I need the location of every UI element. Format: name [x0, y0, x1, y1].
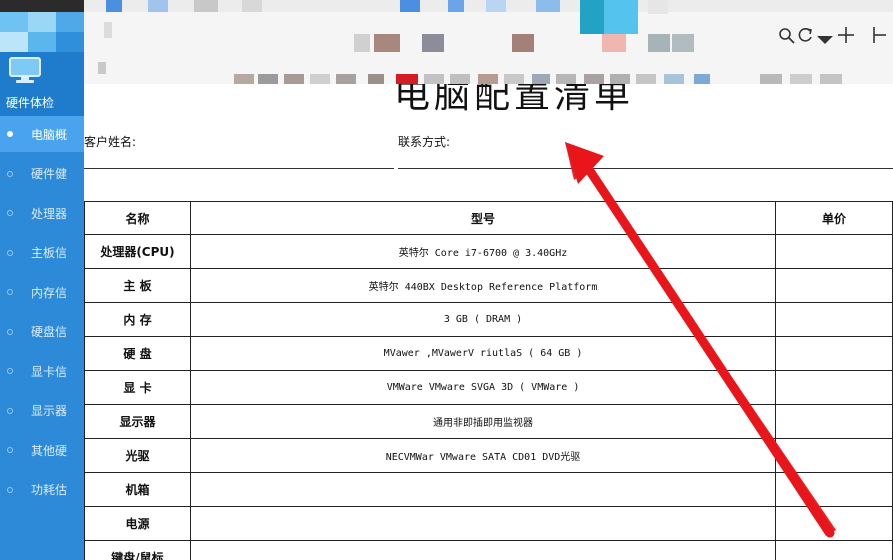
browser-toolbar: [84, 0, 893, 84]
cell-model: MVawer ,MVawerV riutlaS ( 64 GB ): [189, 336, 777, 371]
customer-name-label: 客户姓名:: [84, 135, 137, 149]
cell-model: 英特尔 440BX Desktop Reference Platform: [189, 268, 777, 303]
table-row: 电源: [84, 506, 893, 541]
cell-model: [189, 506, 777, 541]
cell-name: 处理器(CPU): [84, 234, 191, 269]
cell-price: [775, 268, 893, 303]
sidebar-title: 硬件体检: [6, 96, 55, 110]
sidebar-item-label: 电脑概: [31, 127, 68, 142]
table-row: 处理器(CPU) 英特尔 Core i7-6700 @ 3.40GHz: [84, 234, 893, 269]
sidebar-item-label: 处理器: [31, 206, 68, 221]
sidebar-item-label: 功耗估: [31, 483, 68, 497]
cell-price: [775, 336, 893, 371]
cell-name: 内 存: [84, 302, 191, 337]
column-header-price: 单价: [775, 201, 893, 235]
bullet-icon: [7, 210, 13, 216]
contact-line: [398, 168, 893, 169]
cell-name: 键盘/鼠标: [84, 540, 191, 560]
cell-price: [775, 404, 893, 439]
table-row: 主 板英特尔 440BX Desktop Reference Platform: [84, 268, 893, 303]
bullet-icon: [7, 328, 13, 335]
cell-name: 电源: [84, 506, 191, 541]
sidebar-item[interactable]: 内存信: [0, 274, 84, 310]
bullet-icon: [7, 407, 13, 414]
bullet-icon: [7, 289, 13, 295]
column-header-model: 型号: [189, 201, 777, 235]
cell-price: [775, 540, 893, 560]
table-row: 键盘/鼠标: [84, 540, 893, 560]
table-row: 显 卡 VMWare VMware SVGA 3D ( VMWare ): [84, 370, 893, 405]
sidebar-item[interactable]: 硬盘信: [0, 314, 84, 350]
table-row: 光驱 NECVMWar VMware SATA CD01 DVD光驱: [84, 438, 893, 473]
cell-name: 显 卡: [84, 370, 191, 405]
cell-name: 硬 盘: [84, 336, 191, 371]
contact-label: 联系方式:: [398, 135, 451, 149]
table-row: 显示器 通用非即插即用监视器: [84, 404, 893, 439]
sidebar-header: 硬件体检: [0, 0, 84, 118]
config-table: 名称 型号 单价 处理器(CPU) 英特尔 Core i7-6700 @ 3.40…: [84, 201, 893, 560]
cell-name: 光驱: [84, 438, 191, 473]
bullet-icon: [7, 131, 13, 137]
cell-name: 主 板: [84, 268, 191, 303]
customer-name-line: [84, 168, 394, 169]
cell-model: 3 GB ( DRAM ): [189, 302, 777, 337]
document-page: 电脑配置清单 客户姓名: 联系方式: 名称 型号 单价 处理器(CPU) 英特尔 …: [84, 84, 893, 560]
browser-logo-icon[interactable]: [106, 0, 122, 12]
sidebar-item[interactable]: 显示器: [0, 393, 84, 429]
cell-price: [775, 438, 893, 473]
cell-price: [775, 370, 893, 405]
plus-icon[interactable]: [836, 25, 856, 45]
sidebar-item[interactable]: 其他硬: [0, 432, 84, 468]
sidebar-item[interactable]: 硬件健: [0, 156, 84, 192]
sidebar-item-label: 显示器: [31, 404, 68, 418]
bullet-icon: [7, 249, 13, 256]
sidebar-item-label: 硬盘信: [31, 325, 68, 339]
cell-price: [775, 302, 893, 337]
cell-model: [189, 540, 777, 560]
cell-model: VMWare VMware SVGA 3D ( VMWare ): [189, 370, 777, 405]
cell-model: NECVMWar VMware SATA CD01 DVD光驱: [189, 438, 777, 473]
search-icon[interactable]: [777, 26, 797, 46]
sidebar-item-label: 硬件健: [31, 167, 68, 181]
sidebar-item[interactable]: 主板信: [0, 235, 84, 271]
cell-name: 机箱: [84, 472, 191, 507]
bullet-icon: [7, 486, 13, 493]
table-row: 硬 盘 MVawer ,MVawerV riutlaS ( 64 GB ): [84, 336, 893, 371]
column-header-name: 名称: [84, 201, 191, 235]
cell-price: [775, 234, 893, 269]
sidebar-item[interactable]: 功耗估: [0, 472, 84, 508]
cell-model: 通用非即插即用监视器: [189, 404, 777, 439]
table-header-row: 名称 型号 单价: [84, 201, 893, 235]
bullet-icon: [7, 447, 13, 453]
cell-model: 英特尔 Core i7-6700 @ 3.40GHz: [189, 234, 777, 269]
table-row: 机箱: [84, 472, 893, 507]
sidebar-item[interactable]: 电脑概: [0, 116, 84, 152]
cell-price: [775, 472, 893, 507]
monitor-icon: [9, 57, 41, 83]
bullet-icon: [7, 368, 13, 374]
sidebar-item-label: 内存信: [31, 285, 68, 300]
sidebar-item-label: 主板信: [31, 246, 68, 260]
sidebar: 硬件体检 电脑概硬件健处理器主板信内存信硬盘信显卡信显示器其他硬功耗估: [0, 0, 84, 560]
cell-model: [189, 472, 777, 507]
bullet-icon: [7, 170, 13, 177]
chevron-down-icon[interactable]: [815, 30, 835, 50]
sidebar-item[interactable]: 显卡信: [0, 353, 84, 389]
table-row: 内 存3 GB ( DRAM ): [84, 302, 893, 337]
menu-icon[interactable]: [868, 25, 888, 45]
cell-price: [775, 506, 893, 541]
sidebar-item-label: 显卡信: [31, 364, 68, 379]
cell-name: 显示器: [84, 404, 191, 439]
document-title: 电脑配置清单: [394, 84, 635, 116]
sidebar-item-label: 其他硬: [31, 443, 68, 458]
refresh-icon[interactable]: [796, 25, 816, 45]
sidebar-item[interactable]: 处理器: [0, 195, 84, 231]
